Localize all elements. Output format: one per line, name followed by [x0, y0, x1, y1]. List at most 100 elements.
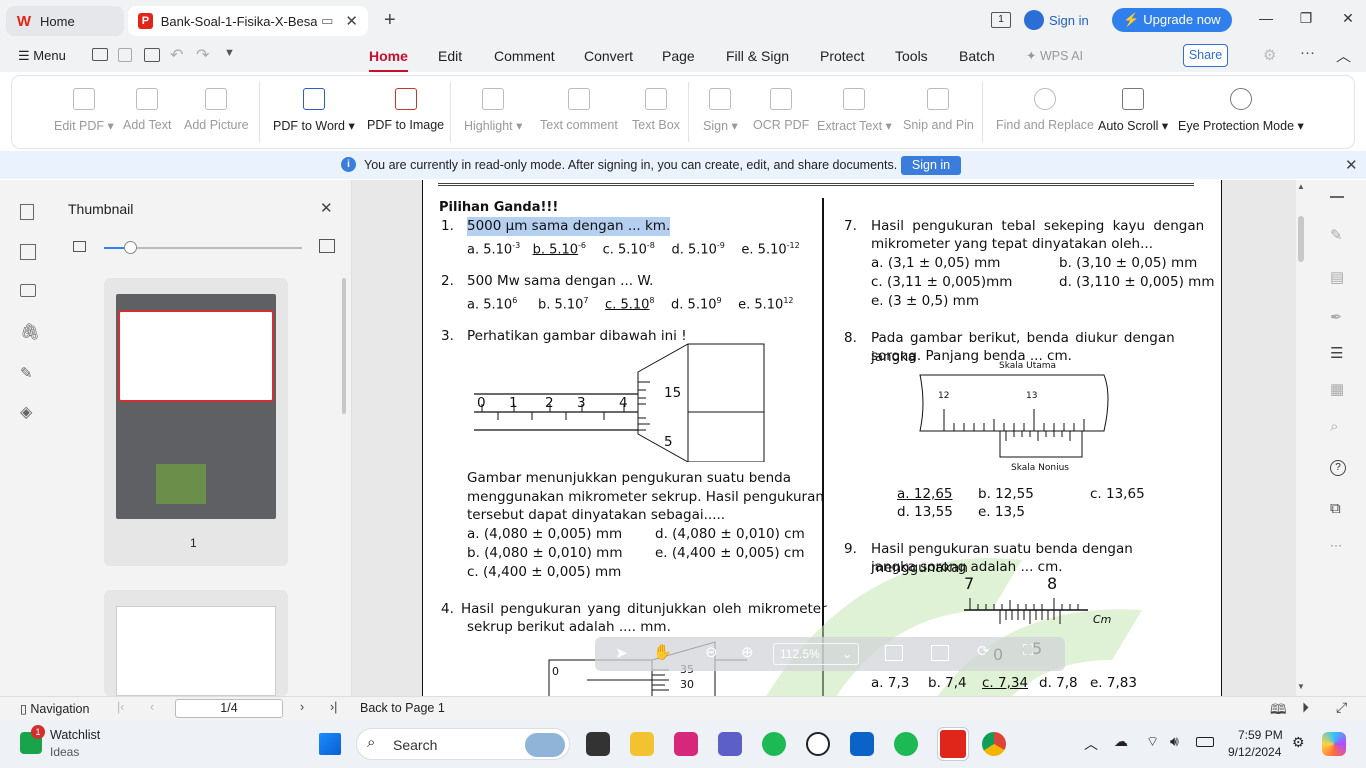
scroll-down-icon[interactable]: ▼ — [1297, 682, 1305, 691]
close-tab-icon[interactable]: ✕ — [345, 12, 358, 30]
feedback-icon[interactable]: ⧉ — [1330, 500, 1341, 517]
collapse-icon[interactable]: ︿ — [1336, 45, 1351, 66]
expand-icon[interactable]: ⤢ — [1336, 699, 1347, 716]
prev-page-icon[interactable]: ‹ — [150, 700, 154, 714]
back-to-page-link[interactable]: Back to Page 1 — [360, 701, 445, 715]
signature-icon[interactable]: ✎ — [20, 364, 33, 382]
zoom-out-icon[interactable]: ⊖ — [705, 643, 718, 661]
save-icon[interactable] — [118, 48, 132, 62]
rotate-icon[interactable]: ⟳ — [977, 642, 990, 660]
volume-icon[interactable]: 🔊︎ — [1170, 733, 1179, 750]
taskbar-search[interactable]: ⌕ Search — [356, 728, 570, 760]
layers-icon[interactable]: ◈ — [20, 402, 32, 422]
text-comment-button[interactable]: Text comment — [540, 86, 618, 132]
first-page-icon[interactable]: |‹ — [117, 700, 124, 714]
text-box-button[interactable]: Text Box — [632, 86, 680, 132]
minimize-icon[interactable]: — — [1256, 10, 1276, 30]
copilot-icon[interactable] — [1322, 732, 1346, 756]
bookmark-icon[interactable] — [20, 204, 34, 220]
tab-convert[interactable]: Convert — [584, 48, 633, 64]
show-hidden-icon[interactable]: ︿ — [1084, 734, 1098, 754]
hand-icon[interactable]: ✋ — [653, 643, 672, 661]
clock-time[interactable]: 7:59 PM — [1238, 728, 1283, 742]
add-picture-button[interactable]: Add Picture — [184, 86, 249, 132]
extract-text-button[interactable]: Extract Text ▾ — [817, 86, 892, 133]
spotify-2-icon[interactable] — [894, 732, 918, 756]
file-explorer-icon[interactable] — [630, 732, 654, 756]
page-mode-icon[interactable] — [931, 645, 949, 661]
fullscreen-icon[interactable]: ⛶ — [1023, 642, 1034, 659]
tab-tools[interactable]: Tools — [895, 48, 928, 64]
focus-icon[interactable]: ⚙ — [1292, 734, 1305, 751]
navigation-button[interactable]: ▯ Navigation — [20, 701, 89, 716]
thumbnail-page-2[interactable] — [104, 590, 288, 696]
new-tab-icon[interactable]: + — [384, 9, 396, 32]
spotify-icon[interactable] — [762, 732, 786, 756]
teams-icon[interactable] — [718, 732, 742, 756]
thumbnail-icon[interactable] — [20, 244, 36, 260]
zoom-slider-handle[interactable] — [124, 241, 137, 254]
windows-start-icon[interactable] — [319, 733, 341, 755]
ocr-pdf-button[interactable]: OCR PDF — [753, 86, 809, 132]
page-count-icon[interactable]: 1 — [991, 12, 1011, 28]
document-icon[interactable]: ▤ — [1330, 268, 1344, 286]
more-icon[interactable]: ··· — [1300, 44, 1315, 61]
network-off-icon[interactable]: ☁ — [1114, 733, 1128, 750]
pdf-to-word-button[interactable]: PDF to Word ▾ — [273, 86, 355, 133]
large-image-icon[interactable] — [319, 239, 335, 253]
tab-edit[interactable]: Edit — [438, 48, 462, 64]
panel-scrollbar[interactable] — [342, 278, 346, 414]
add-text-button[interactable]: Add Text — [123, 86, 171, 132]
outlook-icon[interactable] — [850, 732, 874, 756]
maximize-icon[interactable]: ❐ — [1296, 10, 1316, 30]
menu-button[interactable]: ☰ Menu — [18, 48, 66, 64]
close-panel-icon[interactable]: ✕ — [320, 199, 333, 217]
small-image-icon[interactable] — [73, 241, 86, 252]
text-direction-icon[interactable]: ☰ — [1330, 344, 1343, 362]
upgrade-button[interactable]: ⚡ Upgrade now — [1112, 8, 1232, 32]
tab-document[interactable]: P Bank-Soal-1-Fisika-X-Besaran- ▭ ✕ — [128, 6, 368, 36]
tab-protect[interactable]: Protect — [820, 48, 864, 64]
settings-icon[interactable]: ⚙ — [1263, 46, 1276, 64]
print-icon[interactable] — [144, 48, 160, 62]
sign-button[interactable]: Sign ▾ — [703, 86, 738, 133]
undo-icon[interactable]: ↶ — [170, 45, 183, 65]
tab-wps-ai[interactable]: ✦ WPS AI — [1026, 48, 1083, 63]
page-number-input[interactable]: 1/4 — [175, 699, 283, 718]
pen-tool-icon[interactable]: ✒ — [1330, 308, 1343, 326]
q1-text[interactable]: 5000 µm sama dengan ... km. — [467, 217, 671, 236]
eye-protection-button[interactable]: Eye Protection Mode ▾ — [1178, 86, 1304, 133]
last-page-icon[interactable]: ›| — [330, 700, 337, 714]
chrome-icon[interactable] — [982, 732, 1006, 756]
next-page-icon[interactable]: › — [300, 700, 304, 714]
edit-page-icon[interactable]: ✎ — [1330, 226, 1343, 244]
task-view-icon[interactable] — [586, 732, 610, 756]
whatsapp-icon[interactable] — [806, 732, 830, 756]
open-folder-icon[interactable] — [92, 48, 108, 61]
attachment-icon[interactable]: 🖇 — [20, 322, 40, 342]
play-icon[interactable]: ⏵ — [1302, 699, 1309, 716]
wps-office-icon[interactable] — [938, 728, 968, 760]
edit-pdf-button[interactable]: Edit PDF ▾ — [54, 86, 114, 133]
tab-home-ribbon[interactable]: Home — [369, 48, 408, 72]
zoom-in-icon[interactable]: ⊕ — [741, 643, 754, 661]
pdf-to-image-button[interactable]: PDF to Image — [367, 86, 444, 132]
battery-icon[interactable] — [1196, 737, 1214, 747]
stamp-icon[interactable]: ▦ — [1330, 380, 1344, 398]
zoom-select[interactable]: 112.5% ⌄ — [773, 643, 859, 665]
tab-fill-sign[interactable]: Fill & Sign — [726, 48, 789, 64]
minus-icon[interactable] — [1330, 196, 1344, 198]
instagram-icon[interactable] — [674, 732, 698, 756]
tab-home[interactable]: W Home — [6, 6, 124, 36]
more-rail-icon[interactable]: ··· — [1330, 538, 1342, 552]
scroll-up-icon[interactable]: ▲ — [1297, 182, 1305, 191]
user-avatar-icon[interactable] — [1024, 10, 1044, 30]
tab-batch[interactable]: Batch — [959, 48, 995, 64]
watchlist-title[interactable]: Watchlist — [50, 728, 100, 742]
share-button[interactable]: Share — [1183, 44, 1228, 67]
help-icon[interactable]: ? — [1330, 460, 1346, 476]
auto-scroll-button[interactable]: Auto Scroll ▾ — [1098, 86, 1168, 133]
find-replace-button[interactable]: Find and Replace — [996, 86, 1094, 132]
wifi-icon[interactable]: ⌔ — [1146, 733, 1159, 751]
snip-pin-button[interactable]: Snip and Pin — [903, 86, 974, 132]
